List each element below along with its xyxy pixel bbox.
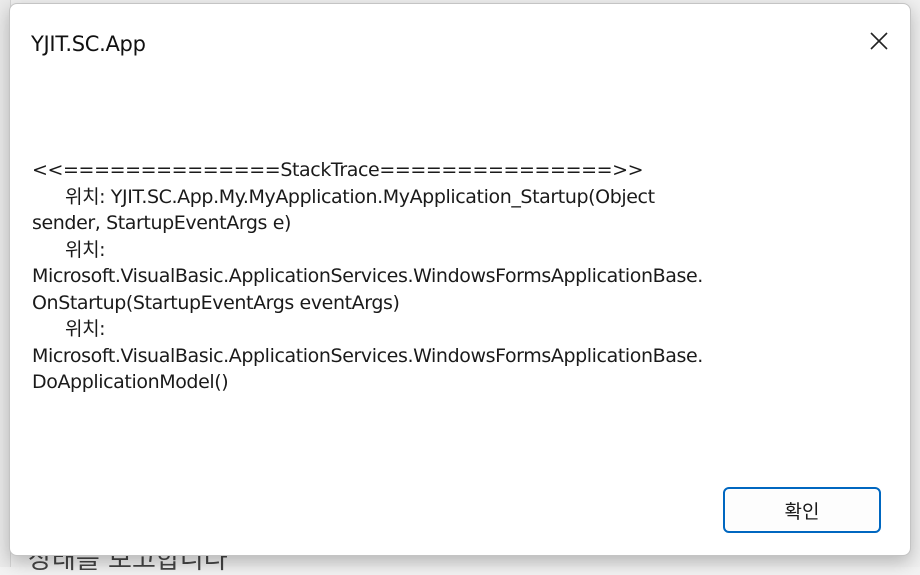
dialog-titlebar[interactable]: YJIT.SC.App (10, 4, 910, 84)
close-button[interactable] (856, 18, 902, 64)
message-box-dialog: YJIT.SC.App <<==============StackTrace==… (9, 3, 911, 556)
message-line: OnStartup(StartupEventArgs eventArgs) (32, 291, 400, 314)
close-icon (870, 32, 888, 50)
message-line: <<==============StackTrace==============… (32, 159, 644, 181)
ok-button[interactable]: 확인 (723, 487, 881, 533)
message-line: Microsoft.VisualBasic.ApplicationService… (32, 344, 703, 367)
message-line: sender, StartupEventArgs e) (32, 212, 291, 234)
message-line: 위치: (65, 238, 106, 261)
error-message: <<==============StackTrace==============… (32, 157, 892, 396)
message-line: 위치: (65, 318, 106, 340)
message-line: DoApplicationModel() (32, 371, 229, 393)
message-line: 위치: YJIT.SC.App.My.MyApplication.MyAppli… (65, 185, 655, 208)
dialog-title: YJIT.SC.App (31, 32, 146, 56)
message-line: Microsoft.VisualBasic.ApplicationService… (32, 265, 703, 287)
